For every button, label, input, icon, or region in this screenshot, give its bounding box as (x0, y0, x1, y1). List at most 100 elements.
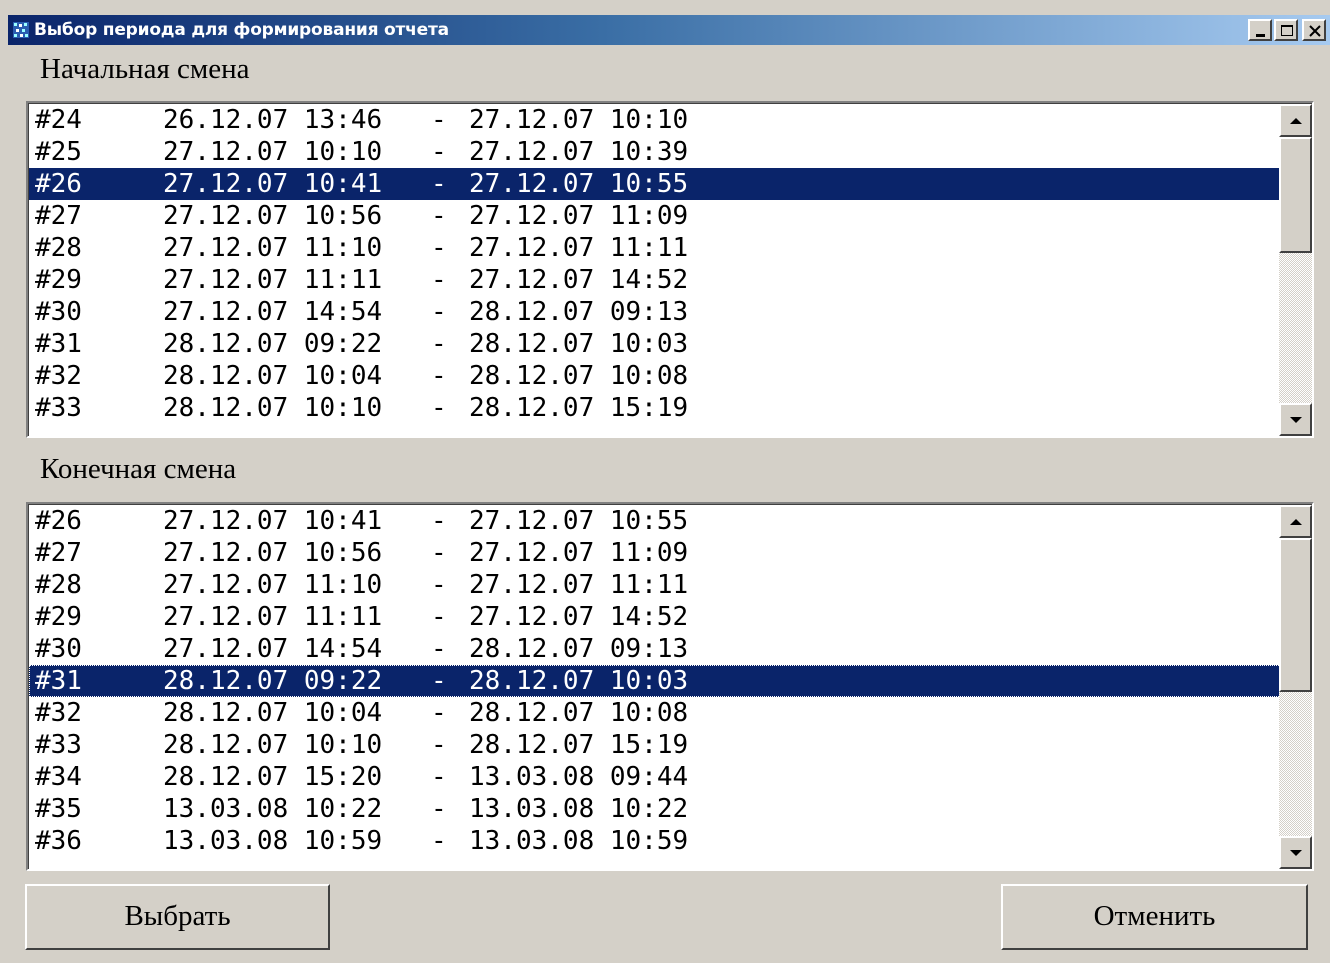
range-dash: - (431, 169, 447, 199)
list-item[interactable]: #24 26.12.07 13:46 -27.12.07 10:10 (29, 104, 1281, 136)
list-item[interactable]: #33 28.12.07 10:10 -28.12.07 15:19 (29, 392, 1281, 424)
start-scrollbar[interactable] (1279, 104, 1312, 436)
end-scrollbar[interactable] (1279, 505, 1312, 869)
shift-end: 28.12.07 10:08 (469, 698, 689, 728)
shift-start: 28.12.07 09:22 (163, 666, 383, 696)
list-item[interactable]: #25 27.12.07 10:10 -27.12.07 10:39 (29, 136, 1281, 168)
shift-id: #27 (35, 201, 82, 231)
shift-id: #34 (35, 762, 82, 792)
minimize-button[interactable] (1248, 19, 1272, 41)
end-scroll-up-button[interactable] (1279, 505, 1312, 538)
list-item[interactable]: #30 27.12.07 14:54 -28.12.07 09:13 (29, 633, 1281, 665)
window-title: Выбор периода для формирования отчета (34, 20, 449, 40)
shift-id: #32 (35, 361, 82, 391)
start-scroll-down-button[interactable] (1279, 403, 1312, 436)
shift-end: 28.12.07 10:03 (469, 329, 689, 359)
shift-end: 27.12.07 10:10 (469, 105, 689, 135)
shift-end: 27.12.07 10:39 (469, 137, 689, 167)
shift-id: #31 (35, 666, 82, 696)
list-item[interactable]: #29 27.12.07 11:11 -27.12.07 14:52 (29, 264, 1281, 296)
end-shift-listbox[interactable]: #26 27.12.07 10:41-27.12.07 10:55 #27 27.12… (26, 502, 1314, 871)
shift-id: #32 (35, 698, 82, 728)
end-scroll-down-button[interactable] (1279, 836, 1312, 869)
select-button[interactable]: Выбрать (25, 884, 330, 950)
shift-start: 27.12.07 10:41 (163, 506, 383, 536)
list-item[interactable]: #28 27.12.07 11:10 -27.12.07 11:11 (29, 232, 1281, 264)
shift-start: 27.12.07 11:10 (163, 570, 383, 600)
app-icon[interactable] (12, 21, 30, 39)
list-item[interactable]: #26 27.12.07 10:41 -27.12.07 10:55 (29, 168, 1281, 200)
list-item[interactable]: #32 28.12.07 10:04 -28.12.07 10:08 (29, 697, 1281, 729)
shift-end: 27.12.07 11:11 (469, 570, 689, 600)
range-dash: - (431, 602, 447, 632)
range-dash: - (431, 570, 447, 600)
range-dash: - (431, 105, 447, 135)
shift-start: 27.12.07 11:11 (163, 265, 383, 295)
shift-start: 27.12.07 14:54 (163, 634, 383, 664)
range-dash: - (431, 329, 447, 359)
shift-end: 28.12.07 10:08 (469, 361, 689, 391)
shift-id: #29 (35, 265, 82, 295)
shift-id: #33 (35, 393, 82, 423)
list-item[interactable]: #28 27.12.07 11:10 -27.12.07 11:11 (29, 569, 1281, 601)
list-item[interactable]: #30 27.12.07 14:54 -28.12.07 09:13 (29, 296, 1281, 328)
shift-end: 13.03.08 10:59 (469, 826, 689, 856)
shift-id: #35 (35, 794, 82, 824)
list-item[interactable]: #34 28.12.07 15:20 -13.03.08 09:44 (29, 761, 1281, 793)
range-dash: - (431, 762, 447, 792)
title-bar[interactable]: Выбор периода для формирования отчета (8, 15, 1330, 45)
shift-id: #27 (35, 538, 82, 568)
list-item[interactable]: #27 27.12.07 10:56 -27.12.07 11:09 (29, 537, 1281, 569)
range-dash: - (431, 730, 447, 760)
start-shift-label: Начальная смена (40, 53, 250, 85)
shift-start: 27.12.07 10:10 (163, 137, 383, 167)
end-shift-rows: #26 27.12.07 10:41-27.12.07 10:55 #27 27.12… (29, 505, 1281, 857)
shift-id: #26 (35, 506, 82, 536)
arrow-down-icon (1290, 850, 1302, 856)
list-item[interactable]: #29 27.12.07 11:11 -27.12.07 14:52 (29, 601, 1281, 633)
shift-end: 27.12.07 11:09 (469, 538, 689, 568)
shift-start: 26.12.07 13:46 (163, 105, 383, 135)
start-scroll-up-button[interactable] (1279, 104, 1312, 137)
shift-start: 28.12.07 09:22 (163, 329, 383, 359)
shift-start: 27.12.07 14:54 (163, 297, 383, 327)
range-dash: - (431, 361, 447, 391)
shift-end: 27.12.07 11:11 (469, 233, 689, 263)
shift-start: 28.12.07 10:04 (163, 361, 383, 391)
list-item[interactable]: #31 28.12.07 09:22 -28.12.07 10:03 (29, 328, 1281, 360)
range-dash: - (431, 137, 447, 167)
start-shift-listbox[interactable]: #24 26.12.07 13:46-27.12.07 10:10 #25 27.12… (26, 101, 1314, 438)
shift-id: #31 (35, 329, 82, 359)
shift-end: 27.12.07 14:52 (469, 265, 689, 295)
list-item[interactable]: #35 13.03.08 10:22-13.03.08 10:22 (29, 793, 1281, 825)
list-item[interactable]: #26 27.12.07 10:41 -27.12.07 10:55 (29, 505, 1281, 537)
range-dash: - (431, 393, 447, 423)
range-dash: - (431, 506, 447, 536)
range-dash: - (431, 698, 447, 728)
range-dash: - (431, 297, 447, 327)
maximize-icon (1281, 25, 1293, 36)
report-period-dialog: Выбор периода для формирования отчета На… (0, 0, 1330, 963)
start-shift-rows: #24 26.12.07 13:46-27.12.07 10:10 #25 27.12… (29, 104, 1281, 424)
close-button[interactable] (1302, 19, 1326, 41)
shift-start: 28.12.07 10:04 (163, 698, 383, 728)
range-dash: - (431, 538, 447, 568)
close-icon (1309, 25, 1321, 37)
shift-start: 27.12.07 10:56 (163, 201, 383, 231)
arrow-up-icon (1290, 118, 1302, 124)
end-scroll-thumb[interactable] (1279, 538, 1312, 692)
shift-end: 13.03.08 10:22 (469, 794, 689, 824)
shift-id: #24 (35, 105, 82, 135)
maximize-button[interactable] (1274, 19, 1298, 41)
list-item[interactable]: #33 28.12.07 10:10 -28.12.07 15:19 (29, 729, 1281, 761)
list-item[interactable]: #36 13.03.08 10:59-13.03.08 10:59 (29, 825, 1281, 857)
cancel-button[interactable]: Отменить (1001, 884, 1308, 950)
shift-id: #25 (35, 137, 82, 167)
range-dash: - (431, 794, 447, 824)
start-scroll-thumb[interactable] (1279, 137, 1312, 253)
list-item[interactable]: #32 28.12.07 10:04 -28.12.07 10:08 (29, 360, 1281, 392)
shift-id: #33 (35, 730, 82, 760)
shift-end: 27.12.07 10:55 (469, 169, 689, 199)
list-item[interactable]: #31 28.12.07 09:22 -28.12.07 10:03 (29, 665, 1281, 697)
list-item[interactable]: #27 27.12.07 10:56 -27.12.07 11:09 (29, 200, 1281, 232)
